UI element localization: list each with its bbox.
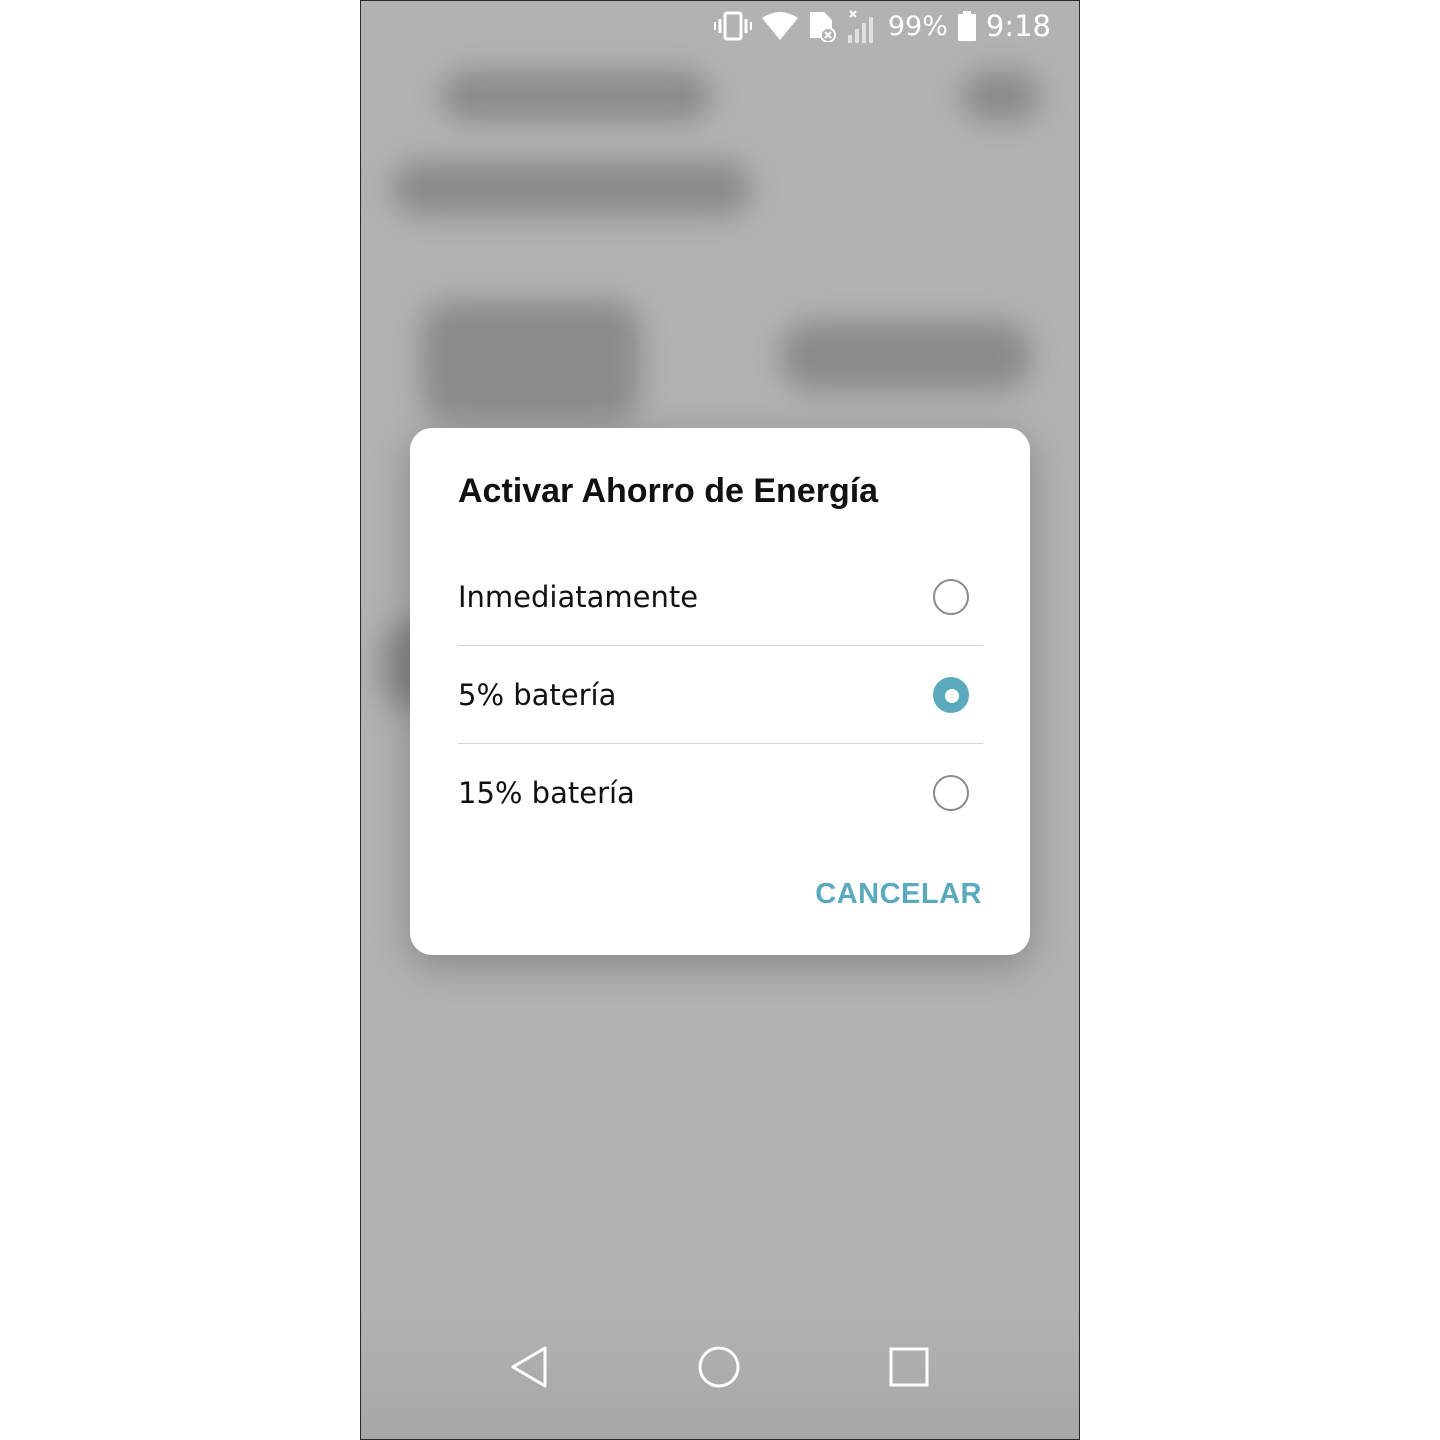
option-immediately[interactable]: Inmediatamente	[458, 548, 983, 645]
option-label: Inmediatamente	[458, 579, 699, 614]
radio-button[interactable]	[933, 774, 969, 811]
wifi-icon	[761, 12, 798, 40]
signal-icon	[846, 9, 878, 43]
navigation-bar	[361, 1309, 1079, 1439]
battery-percent: 99%	[887, 10, 948, 42]
option-label: 5% batería	[458, 677, 617, 712]
home-button[interactable]	[689, 1339, 749, 1399]
cancel-button[interactable]: CANCELAR	[815, 878, 982, 911]
radio-button-selected[interactable]	[933, 676, 969, 713]
option-label: 15% batería	[458, 775, 635, 810]
vibrate-icon	[713, 11, 752, 41]
sim-error-icon	[808, 10, 836, 42]
back-button[interactable]	[499, 1339, 559, 1399]
home-icon	[697, 1345, 741, 1394]
back-icon	[509, 1345, 549, 1394]
recents-button[interactable]	[879, 1339, 939, 1399]
radio-button[interactable]	[933, 578, 969, 615]
option-list: Inmediatamente 5% batería 15% batería	[458, 548, 983, 841]
clock: 9:18	[985, 9, 1051, 43]
status-bar: 99% 9:18	[361, 1, 1079, 51]
phone-screen: 99% 9:18 Activar Ahorro de Energía Inmed…	[360, 0, 1080, 1440]
option-5-percent[interactable]: 5% batería	[458, 645, 983, 743]
battery-saver-dialog: Activar Ahorro de Energía Inmediatamente…	[410, 428, 1030, 955]
dialog-title: Activar Ahorro de Energía	[458, 472, 879, 510]
option-15-percent[interactable]: 15% batería	[458, 743, 983, 841]
recents-icon	[888, 1346, 930, 1393]
battery-icon	[957, 11, 976, 41]
